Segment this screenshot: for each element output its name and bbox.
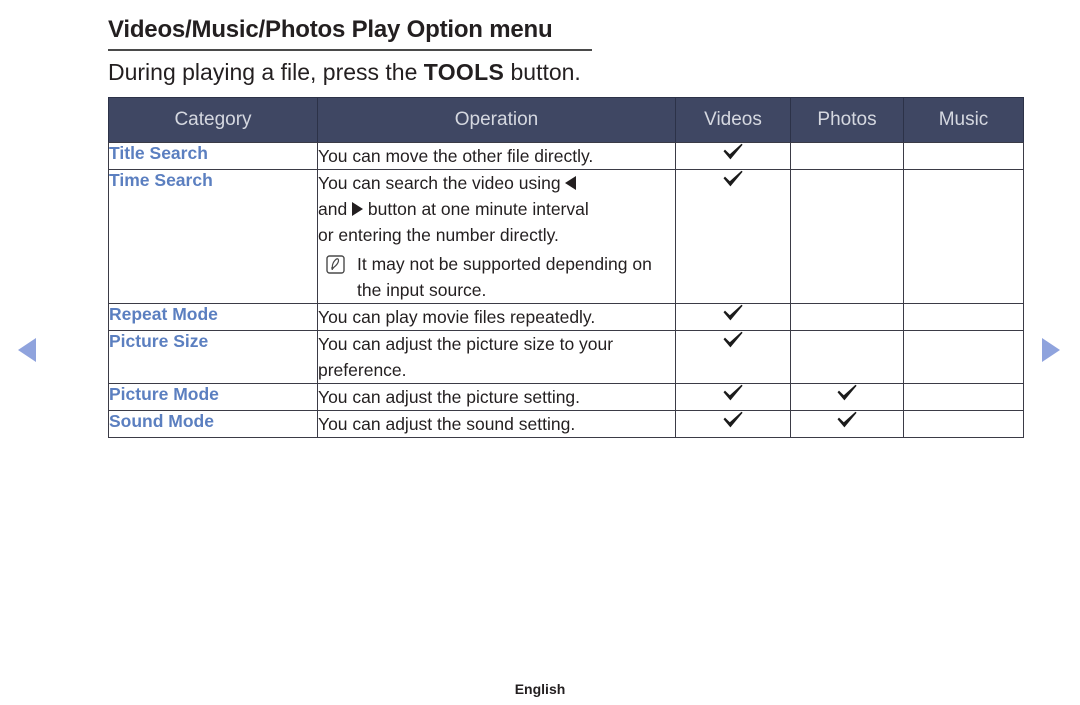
category-title-search: Title Search — [108, 142, 318, 170]
check-icon — [722, 143, 744, 161]
table-row: Repeat Mode You can play movie files rep… — [108, 303, 1024, 331]
music-check-repeat-mode — [903, 303, 1024, 331]
column-header-category: Category — [108, 97, 318, 143]
photos-check-sound-mode — [790, 410, 904, 438]
table-header-row: Category Operation Videos Photos Music — [108, 97, 1024, 143]
operation-title-search: You can move the other file directly. — [317, 142, 676, 170]
category-repeat-mode: Repeat Mode — [108, 303, 318, 331]
tools-button-keyword: TOOLS — [423, 59, 505, 85]
operation-time-search: You can search the video using and butto… — [317, 169, 676, 304]
videos-check-time-search — [675, 169, 791, 304]
photos-check-title-search — [790, 142, 904, 170]
note-icon — [326, 255, 345, 274]
operation-time-search-line1: You can search the video using — [318, 170, 675, 196]
videos-check-sound-mode — [675, 410, 791, 438]
photos-check-time-search — [790, 169, 904, 304]
music-check-picture-size — [903, 330, 1024, 384]
photos-check-repeat-mode — [790, 303, 904, 331]
check-icon — [722, 331, 744, 349]
category-time-search: Time Search — [108, 169, 318, 304]
operation-time-search-line3: or entering the number directly. — [318, 225, 559, 245]
music-check-sound-mode — [903, 410, 1024, 438]
left-triangle-icon — [14, 338, 42, 369]
check-icon — [722, 411, 744, 429]
table-row: Title Search You can move the other file… — [108, 142, 1024, 170]
table-row: Sound Mode You can adjust the sound sett… — [108, 410, 1024, 438]
operation-sound-mode: You can adjust the sound setting. — [317, 410, 676, 438]
check-icon — [836, 411, 858, 429]
previous-page-button[interactable] — [14, 335, 42, 365]
page-title: Videos/Music/Photos Play Option menu — [108, 16, 592, 51]
column-header-videos: Videos — [675, 97, 791, 143]
right-arrow-icon — [352, 202, 364, 217]
note-block: It may not be supported depending on the… — [318, 251, 675, 303]
operation-text: button at one minute interval — [363, 199, 589, 219]
footer-language-label: English — [514, 681, 566, 697]
column-header-operation: Operation — [317, 97, 676, 143]
page-subtitle: During playing a file, press the TOOLS b… — [108, 59, 581, 86]
music-check-picture-mode — [903, 383, 1024, 411]
check-icon — [722, 170, 744, 188]
operation-text: and — [318, 199, 353, 219]
page-subtitle-prefix: During playing a file, press the — [108, 59, 424, 85]
note-text: It may not be supported depending on the… — [357, 254, 652, 300]
table-row: Picture Size You can adjust the picture … — [108, 330, 1024, 384]
videos-check-picture-mode — [675, 383, 791, 411]
category-sound-mode: Sound Mode — [108, 410, 318, 438]
check-icon — [722, 384, 744, 402]
next-page-button[interactable] — [1036, 335, 1064, 365]
right-triangle-icon — [1036, 338, 1064, 369]
operation-picture-size: You can adjust the picture size to your … — [317, 330, 676, 384]
table-row: Picture Mode You can adjust the picture … — [108, 383, 1024, 411]
column-header-music: Music — [903, 97, 1024, 143]
music-check-title-search — [903, 142, 1024, 170]
table-row: Time Search You can search the video usi… — [108, 169, 1024, 304]
operation-picture-mode: You can adjust the picture setting. — [317, 383, 676, 411]
music-check-time-search — [903, 169, 1024, 304]
play-option-table: Category Operation Videos Photos Music T… — [108, 97, 1024, 438]
videos-check-picture-size — [675, 330, 791, 384]
category-picture-size: Picture Size — [108, 330, 318, 384]
videos-check-title-search — [675, 142, 791, 170]
check-icon — [836, 384, 858, 402]
operation-time-search-line2: and button at one minute interval — [318, 196, 675, 222]
column-header-photos: Photos — [790, 97, 904, 143]
left-arrow-icon — [565, 176, 577, 191]
photos-check-picture-size — [790, 330, 904, 384]
operation-text: You can search the video using — [318, 173, 566, 193]
page-subtitle-suffix: button. — [504, 59, 581, 85]
category-picture-mode: Picture Mode — [108, 383, 318, 411]
check-icon — [722, 304, 744, 322]
operation-repeat-mode: You can play movie files repeatedly. — [317, 303, 676, 331]
videos-check-repeat-mode — [675, 303, 791, 331]
photos-check-picture-mode — [790, 383, 904, 411]
